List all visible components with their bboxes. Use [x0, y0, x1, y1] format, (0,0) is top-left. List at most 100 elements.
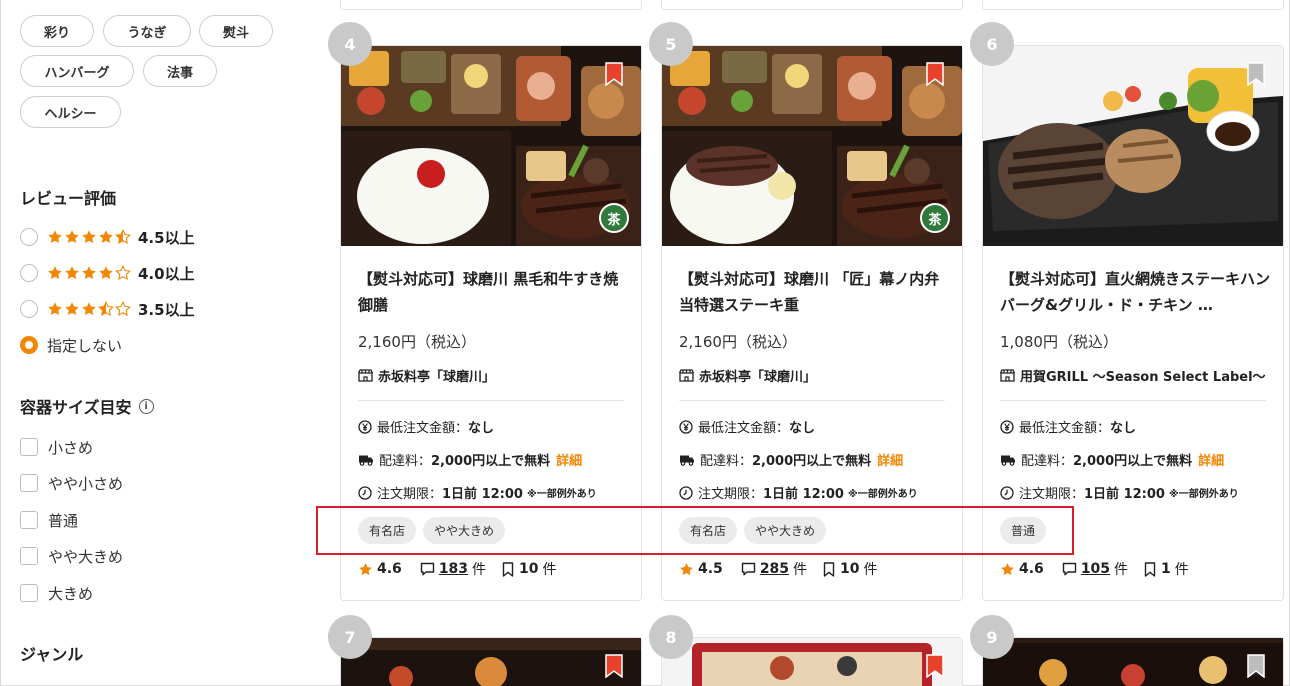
star-rating-icons — [47, 229, 132, 245]
tag-chip-irodori[interactable]: 彩り — [20, 15, 94, 47]
bookmark-count-icon — [1144, 561, 1156, 577]
size-option-normal[interactable]: 普通 — [20, 509, 78, 531]
product-stats: 4.5 285 件 10 件 — [679, 559, 894, 579]
review-unit: 件 — [1114, 562, 1129, 578]
checkbox[interactable] — [20, 474, 38, 492]
info-icon[interactable]: i — [138, 399, 154, 414]
shop-name[interactable]: 用賀GRILL ～Season Select Label～ — [1000, 366, 1266, 385]
deadline-label: 注文期限： — [377, 487, 443, 502]
radio-button[interactable] — [20, 300, 38, 318]
product-title[interactable]: 【熨斗対応可】球磨川 黒毛和牛すき焼御膳 — [358, 266, 628, 318]
filter-sidebar: 彩り うなぎ 熨斗 ハンバーグ 法事 ヘルシー レビュー評価 4.5以上 4.0… — [0, 0, 320, 686]
product-photo[interactable] — [662, 46, 962, 246]
review-option-45[interactable]: 4.5以上 — [20, 226, 195, 248]
product-photo[interactable] — [662, 638, 962, 686]
radio-button-selected[interactable] — [20, 336, 38, 354]
product-card[interactable] — [661, 637, 963, 686]
shop-name[interactable]: 赤坂料亭「球磨川」 — [358, 366, 495, 385]
product-stats: 4.6 105 件 1件 — [1000, 559, 1205, 579]
product-photo[interactable] — [341, 46, 641, 246]
product-photo[interactable] — [983, 46, 1283, 246]
tag-chip-noshi[interactable]: 熨斗 — [199, 15, 273, 47]
product-card[interactable]: 茶 【熨斗対応可】球磨川 黒毛和牛すき焼御膳 2,160円（税込） 赤坂料亭「球… — [340, 45, 642, 601]
size-option-slightly-small[interactable]: やや小さめ — [20, 472, 123, 494]
bookmark-icon[interactable] — [926, 654, 944, 679]
delivery-value: 2,000円以上で無料 — [752, 454, 872, 469]
deadline-label: 注文期限： — [1019, 487, 1085, 502]
size-option-label: 大きめ — [48, 584, 94, 603]
radio-button[interactable] — [20, 264, 38, 282]
divider — [358, 400, 624, 401]
min-order-label: 最低注文金額： — [377, 421, 469, 436]
review-unit: 件 — [472, 562, 487, 578]
tag-chip-unagi[interactable]: うなぎ — [103, 15, 191, 47]
checkbox[interactable] — [20, 547, 38, 565]
deadline-value: 1日前 12:00 — [1084, 487, 1165, 502]
review-option-35[interactable]: 3.5以上 — [20, 298, 195, 320]
bookmark-icon[interactable] — [1247, 654, 1265, 679]
review-option-40[interactable]: 4.0以上 — [20, 262, 195, 284]
checkbox[interactable] — [20, 584, 38, 602]
bookmark-count: 10 — [840, 561, 860, 577]
shop-name[interactable]: 赤坂料亭「球磨川」 — [679, 366, 816, 385]
bookmark-count-icon — [823, 561, 835, 577]
product-tag: 有名店 — [358, 517, 417, 544]
checkbox[interactable] — [20, 438, 38, 456]
deadline-label: 注文期限： — [698, 487, 764, 502]
review-count-link[interactable]: 285 — [760, 561, 789, 577]
star-rating-icons — [47, 265, 132, 281]
product-card[interactable] — [340, 637, 642, 686]
star-icon — [1001, 562, 1014, 575]
review-count-link[interactable]: 183 — [439, 561, 468, 577]
product-title[interactable]: 【熨斗対応可】球磨川 「匠」幕ノ内弁当特選ステーキ重 — [679, 266, 949, 318]
tag-chip-hamburg[interactable]: ハンバーグ — [20, 55, 134, 87]
review-count-link[interactable]: 105 — [1081, 561, 1110, 577]
review-option-none[interactable]: 指定しない — [20, 334, 122, 356]
yen-icon — [1000, 419, 1014, 434]
bookmark-icon[interactable] — [605, 62, 623, 87]
shop-icon — [679, 369, 694, 382]
tag-chip-healthy[interactable]: ヘルシー — [20, 96, 121, 128]
size-option-label: やや小さめ — [48, 474, 124, 493]
size-option-large[interactable]: 大きめ — [20, 582, 93, 604]
yen-icon — [358, 419, 372, 434]
min-order-label: 最低注文金額： — [698, 421, 790, 436]
order-deadline-row: 注文期限： 1日前 12:00 ※一部例外あり — [1000, 483, 1239, 502]
review-option-label: 3.5以上 — [138, 300, 195, 319]
bookmark-icon[interactable] — [1247, 62, 1265, 87]
checkbox[interactable] — [20, 511, 38, 529]
radio-button[interactable] — [20, 228, 38, 246]
delivery-detail-link[interactable]: 詳細 — [556, 450, 582, 469]
delivery-fee-row: 配達料： 2,000円以上で無料 詳細 — [679, 450, 903, 469]
size-option-small[interactable]: 小さめ — [20, 436, 93, 458]
delivery-detail-link[interactable]: 詳細 — [1198, 450, 1224, 469]
product-card[interactable]: 茶 【熨斗対応可】球磨川 「匠」幕ノ内弁当特選ステーキ重 2,160円（税込） … — [661, 45, 963, 601]
product-title[interactable]: 【熨斗対応可】直火網焼きステーキハンバーグ&グリル・ド・チキン … — [1000, 266, 1270, 318]
rank-badge: 9 — [970, 615, 1014, 659]
review-option-label: 4.5以上 — [138, 228, 195, 247]
product-photo[interactable] — [983, 638, 1283, 686]
product-tag: やや大きめ — [423, 517, 506, 544]
star-icon — [359, 562, 372, 575]
deadline-value: 1日前 12:00 — [442, 487, 523, 502]
divider — [1000, 400, 1266, 401]
shop-icon — [1000, 369, 1015, 382]
product-photo[interactable] — [341, 638, 641, 686]
shop-icon — [358, 369, 373, 382]
comment-icon — [1062, 562, 1077, 576]
bookmark-icon[interactable] — [605, 654, 623, 679]
star-rating-icons — [47, 301, 132, 317]
delivery-label: 配達料： — [1021, 454, 1074, 469]
delivery-detail-link[interactable]: 詳細 — [877, 450, 903, 469]
product-card[interactable] — [982, 637, 1284, 686]
product-tags: 有名店 やや大きめ — [679, 517, 833, 544]
deadline-note: ※一部例外あり — [526, 489, 597, 500]
min-order-row: 最低注文金額： なし — [358, 417, 494, 436]
previous-card-bottom — [340, 0, 642, 10]
product-card[interactable]: 【熨斗対応可】直火網焼きステーキハンバーグ&グリル・ド・チキン … 1,080円… — [982, 45, 1284, 601]
bookmark-icon[interactable] — [926, 62, 944, 87]
rank-badge: 6 — [970, 22, 1014, 66]
tag-chip-houji[interactable]: 法事 — [143, 55, 217, 87]
size-option-slightly-large[interactable]: やや大きめ — [20, 545, 123, 567]
bookmark-unit: 件 — [1174, 562, 1189, 578]
